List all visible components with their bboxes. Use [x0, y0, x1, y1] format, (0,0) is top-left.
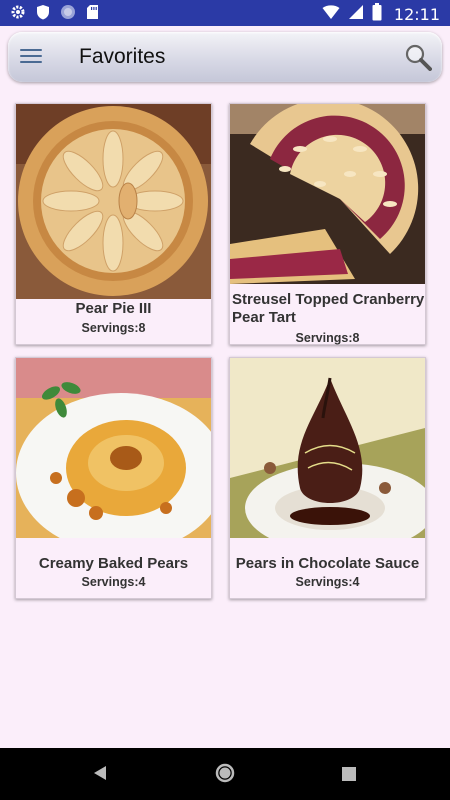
home-icon — [215, 763, 235, 783]
recipe-image — [230, 104, 425, 284]
sd-card-icon — [86, 4, 99, 25]
page-title: Favorites — [79, 45, 166, 68]
status-time: 12:11 — [393, 5, 440, 24]
recipe-title: Creamy Baked Pears — [38, 555, 189, 572]
hamburger-line — [20, 61, 42, 63]
menu-button[interactable] — [20, 46, 42, 68]
navigation-bar — [0, 748, 450, 800]
wifi-icon — [322, 4, 340, 25]
recipe-servings: Servings:4 — [295, 575, 360, 589]
recipe-card[interactable]: Pears in Chocolate Sauce Servings:4 — [229, 357, 426, 599]
recipe-title: Pears in Chocolate Sauce — [235, 555, 420, 572]
hamburger-icon — [20, 49, 42, 51]
app-bar: Favorites — [8, 32, 442, 82]
status-bar: 12:11 — [0, 0, 450, 26]
recents-icon — [342, 767, 356, 781]
home-button[interactable] — [215, 763, 235, 788]
recipe-servings: Servings:8 — [295, 331, 360, 345]
recipe-image — [230, 358, 425, 538]
signal-icon — [348, 4, 364, 25]
recipe-servings: Servings:8 — [81, 321, 146, 335]
search-button[interactable] — [404, 43, 432, 71]
battery-icon — [372, 3, 382, 26]
back-button[interactable] — [92, 764, 108, 787]
hamburger-line — [20, 55, 42, 57]
recipe-title: Pear Pie III — [75, 300, 152, 317]
recipe-card[interactable]: Streusel Topped Cranberry Pear Tart Serv… — [229, 103, 426, 345]
search-icon — [405, 44, 432, 71]
recents-button[interactable] — [342, 767, 356, 786]
recipe-card[interactable]: Pear Pie III Servings:8 — [15, 103, 212, 345]
recipe-title: Streusel Topped Cranberry Pear Tart — [232, 291, 425, 326]
recipe-image — [16, 358, 211, 538]
recipe-servings: Servings:4 — [81, 575, 146, 589]
back-icon — [94, 766, 106, 780]
shield-icon — [36, 4, 50, 25]
settings-icon — [10, 4, 26, 25]
recipe-image — [16, 104, 211, 299]
recipe-card[interactable]: Creamy Baked Pears Servings:4 — [15, 357, 212, 599]
sync-icon — [60, 4, 76, 25]
